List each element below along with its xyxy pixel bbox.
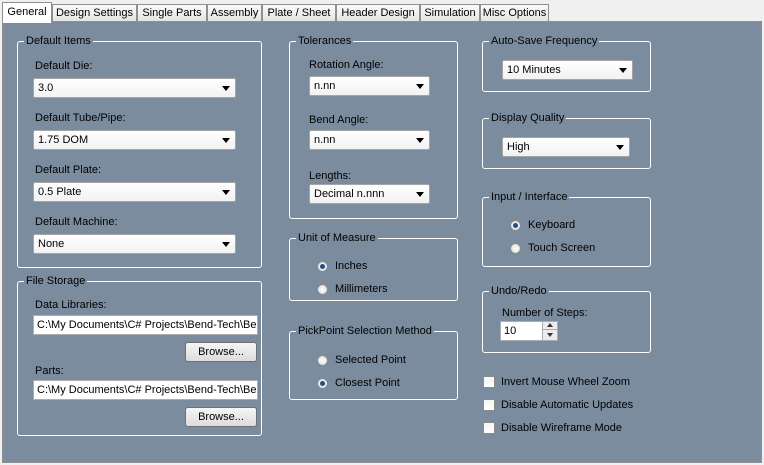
browse-parts-button[interactable]: Browse...: [185, 407, 257, 427]
parts-path-value: C:\My Documents\C# Projects\Bend-Tech\Be: [37, 384, 257, 396]
disable-wireframe-mode-label: Disable Wireframe Mode: [501, 422, 623, 434]
default-tube-label: Default Tube/Pipe:: [35, 112, 126, 124]
auto-save-frequency-value: 10 Minutes: [507, 64, 561, 76]
data-libraries-path-value: C:\My Documents\C# Projects\Bend-Tech\Be: [37, 319, 257, 331]
default-plate-label: Default Plate:: [35, 164, 102, 176]
closest-point-label: Closest Point: [335, 377, 400, 389]
bend-angle-label: Bend Angle:: [309, 114, 369, 126]
inches-radio[interactable]: [317, 261, 328, 272]
disable-wireframe-mode-checkbox[interactable]: [483, 422, 495, 434]
file-storage-group: File Storage Data Libraries: C:\My Docum…: [17, 274, 262, 436]
chevron-down-icon: [416, 138, 424, 143]
auto-save-frequency-dropdown[interactable]: 10 Minutes: [502, 60, 633, 80]
default-die-label: Default Die:: [35, 60, 93, 72]
tolerances-group: Tolerances Rotation Angle: n.nn Bend Ang…: [289, 34, 458, 219]
number-of-steps-stepper[interactable]: 10: [500, 321, 558, 341]
group-title: Undo/Redo: [489, 284, 549, 298]
tab-header-design[interactable]: Header Design: [336, 4, 420, 22]
display-quality-group: Display Quality High: [482, 111, 651, 169]
group-title: File Storage: [24, 274, 88, 288]
chevron-down-icon: [222, 86, 230, 91]
tab-simulation[interactable]: Simulation: [420, 4, 480, 22]
group-title: Auto-Save Frequency: [489, 34, 600, 48]
chevron-down-icon: [416, 192, 424, 197]
invert-mouse-wheel-zoom-label: Invert Mouse Wheel Zoom: [501, 376, 630, 388]
group-title: Default Items: [24, 34, 93, 48]
display-quality-dropdown[interactable]: High: [502, 137, 630, 157]
general-tab-panel: Default Items Default Die: 3.0 Default T…: [2, 21, 762, 463]
millimeters-radio[interactable]: [317, 284, 328, 295]
group-title: Input / Interface: [489, 190, 570, 204]
tab-general[interactable]: General: [2, 2, 52, 23]
chevron-down-icon[interactable]: [543, 331, 557, 340]
tab-misc-options[interactable]: Misc Options: [480, 4, 549, 22]
auto-save-frequency-group: Auto-Save Frequency 10 Minutes: [482, 34, 651, 92]
browse-data-libraries-button[interactable]: Browse...: [185, 342, 257, 362]
disable-automatic-updates-label: Disable Automatic Updates: [501, 399, 634, 411]
default-items-group: Default Items Default Die: 3.0 Default T…: [17, 34, 262, 268]
chevron-down-icon: [616, 145, 624, 150]
default-die-dropdown[interactable]: 3.0: [33, 78, 236, 98]
default-plate-value: 0.5 Plate: [38, 186, 82, 198]
lengths-dropdown[interactable]: Decimal n.nnn: [309, 184, 430, 204]
parts-path-input[interactable]: C:\My Documents\C# Projects\Bend-Tech\Be: [33, 380, 258, 400]
stepper-buttons[interactable]: [542, 322, 557, 340]
group-title: Unit of Measure: [296, 231, 378, 245]
rotation-angle-label: Rotation Angle:: [309, 59, 384, 71]
group-title: Tolerances: [296, 34, 354, 48]
bend-angle-dropdown[interactable]: n.nn: [309, 130, 430, 150]
chevron-up-icon[interactable]: [543, 322, 557, 330]
touch-screen-radio[interactable]: [510, 243, 521, 254]
default-machine-label: Default Machine:: [35, 216, 118, 228]
default-machine-value: None: [38, 238, 65, 250]
rotation-angle-dropdown[interactable]: n.nn: [309, 76, 430, 96]
inches-label: Inches: [335, 260, 368, 272]
chevron-down-icon: [416, 84, 424, 89]
lengths-label: Lengths:: [309, 170, 352, 182]
number-of-steps-value: 10: [504, 325, 517, 337]
lengths-value: Decimal n.nnn: [314, 188, 385, 200]
group-title: Display Quality: [489, 111, 567, 125]
default-tube-dropdown[interactable]: 1.75 DOM: [33, 130, 236, 150]
rotation-angle-value: n.nn: [314, 80, 336, 92]
default-tube-value: 1.75 DOM: [38, 134, 89, 146]
pickpoint-selection-group: PickPoint Selection Method Selected Poin…: [289, 324, 458, 400]
bend-angle-value: n.nn: [314, 134, 336, 146]
keyboard-radio[interactable]: [510, 220, 521, 231]
chevron-down-icon: [222, 242, 230, 247]
data-libraries-label: Data Libraries:: [35, 299, 107, 311]
keyboard-label: Keyboard: [528, 219, 576, 231]
parts-label: Parts:: [35, 365, 64, 377]
chevron-down-icon: [222, 138, 230, 143]
default-plate-dropdown[interactable]: 0.5 Plate: [33, 182, 236, 202]
data-libraries-path-input[interactable]: C:\My Documents\C# Projects\Bend-Tech\Be: [33, 315, 258, 335]
input-interface-group: Input / Interface Keyboard Touch Screen: [482, 190, 651, 267]
millimeters-label: Millimeters: [335, 283, 388, 295]
invert-mouse-wheel-zoom-checkbox[interactable]: [483, 376, 495, 388]
selected-point-radio[interactable]: [317, 355, 328, 366]
chevron-down-icon: [222, 190, 230, 195]
display-quality-value: High: [507, 141, 530, 153]
unit-of-measure-group: Unit of Measure Inches Millimeters: [289, 231, 458, 301]
tab-assembly[interactable]: Assembly: [207, 4, 262, 22]
group-title: PickPoint Selection Method: [296, 324, 434, 338]
touch-screen-label: Touch Screen: [528, 242, 596, 254]
tab-plate-sheet[interactable]: Plate / Sheet: [262, 4, 336, 22]
closest-point-radio[interactable]: [317, 378, 328, 389]
chevron-down-icon: [619, 68, 627, 73]
disable-automatic-updates-checkbox[interactable]: [483, 399, 495, 411]
number-of-steps-label: Number of Steps:: [502, 307, 588, 319]
selected-point-label: Selected Point: [335, 354, 406, 366]
tab-design-settings[interactable]: Design Settings: [52, 4, 137, 22]
default-die-value: 3.0: [38, 82, 54, 94]
tab-single-parts[interactable]: Single Parts: [137, 4, 207, 22]
undo-redo-group: Undo/Redo Number of Steps: 10: [482, 284, 651, 353]
default-machine-dropdown[interactable]: None: [33, 234, 236, 254]
